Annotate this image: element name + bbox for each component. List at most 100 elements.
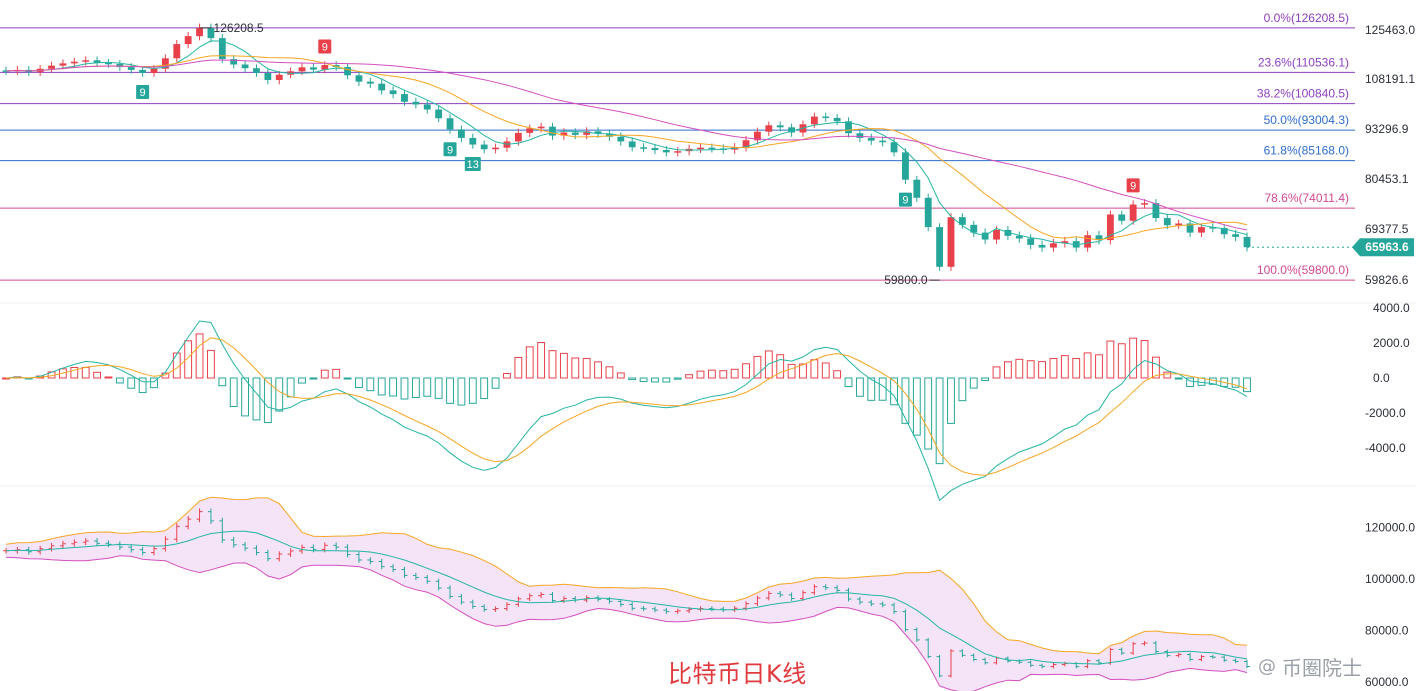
candle-body — [127, 67, 135, 70]
candle — [161, 54, 169, 73]
candle — [218, 33, 226, 64]
watermark-at-icon: @ — [1258, 656, 1276, 677]
candle — [1220, 224, 1228, 239]
macd-tick-label: 2000.0 — [1373, 336, 1410, 350]
candle — [674, 147, 682, 157]
macd-histogram-bar — [685, 374, 694, 379]
fib-label: 50.0%(93004.3) — [1264, 113, 1349, 127]
candle — [446, 114, 454, 134]
candle-body — [867, 137, 875, 141]
td-marker-label: 9 — [902, 195, 908, 207]
candle — [492, 143, 499, 154]
candle — [640, 143, 647, 153]
boll-tick-label: 100000.0 — [1365, 572, 1415, 586]
candle — [241, 60, 249, 73]
macd-histogram-bar — [1072, 357, 1081, 379]
candle — [856, 128, 864, 143]
boll-tick-label: 60000.0 — [1365, 675, 1409, 689]
candle — [1015, 231, 1023, 243]
candle — [355, 71, 363, 86]
macd-tick-label: -2000.0 — [1365, 406, 1406, 420]
macd-dif-line — [5, 320, 1248, 502]
macd-histogram-bar — [548, 350, 557, 379]
candle-body — [446, 118, 454, 130]
macd-histogram-bar — [468, 377, 477, 404]
candle-body — [765, 125, 773, 132]
candle-body — [879, 140, 887, 143]
macd-histogram-bar — [958, 377, 967, 402]
macd-histogram-bar — [787, 363, 796, 379]
ma-slow-line — [5, 59, 1248, 231]
macd-histogram-bar — [366, 377, 375, 392]
macd-histogram-bar — [457, 377, 466, 406]
candle — [480, 140, 488, 154]
candle — [958, 213, 966, 229]
macd-histogram-bar — [218, 377, 227, 387]
candle — [947, 213, 955, 271]
macd-histogram-bar — [537, 342, 546, 379]
candle — [389, 86, 397, 99]
td-marker-label: 9 — [322, 41, 328, 53]
fib-label: 38.2%(100840.5) — [1257, 87, 1349, 101]
candle — [275, 70, 283, 85]
macd-histogram-bar — [924, 377, 933, 450]
candle-body — [139, 69, 147, 74]
candle — [924, 193, 932, 232]
macd-histogram-bar — [446, 377, 454, 404]
candle — [253, 64, 260, 77]
macd-histogram-bar — [81, 366, 90, 379]
macd-histogram-bar — [104, 376, 113, 379]
macd-dea-line — [5, 337, 1248, 476]
price-chart: 125463.0 108191.1 93296.9 80453.1 69377.5 598… — [0, 11, 1416, 691]
macd-histogram-bar — [389, 377, 398, 397]
candle-body — [298, 67, 306, 72]
macd-histogram-bar — [719, 370, 728, 379]
price-tick-label: 80453.1 — [1365, 172, 1409, 186]
macd-histogram-bar — [776, 354, 785, 379]
candle — [697, 143, 704, 153]
candle — [184, 31, 192, 49]
candle — [822, 112, 830, 122]
macd-histogram-bar — [673, 377, 682, 380]
candle — [1118, 210, 1126, 225]
candle-body — [902, 152, 909, 180]
high-marker-label: 126208.5 — [214, 21, 264, 35]
candle-body — [412, 101, 420, 105]
boll-band-fill — [6, 497, 1247, 691]
macd-histogram-bar — [343, 377, 352, 380]
macd-histogram-bar — [594, 361, 602, 379]
candle — [936, 223, 944, 271]
candle-body — [492, 147, 499, 150]
candle-body — [1141, 203, 1148, 205]
candle-body — [708, 147, 716, 150]
candle-body — [640, 147, 647, 149]
macd-histogram-bar — [833, 370, 842, 379]
fibonacci-levels: 0.0%(126208.5) 23.6%(110536.1) 38.2%(10084… — [0, 11, 1355, 281]
macd-histogram-bar — [1038, 361, 1046, 379]
candle — [765, 121, 773, 137]
candle-body — [924, 197, 932, 228]
macd-histogram-bar — [1026, 360, 1035, 379]
candle-body — [537, 126, 545, 129]
current-price-tag: 65963.6 — [1247, 238, 1414, 257]
macd-histogram-bar — [1095, 354, 1103, 379]
candle-body — [275, 74, 283, 80]
price-tick-label: 59826.6 — [1365, 273, 1409, 287]
candle-body — [253, 68, 260, 74]
ma-fast-line — [5, 40, 1248, 246]
macd-tick-label: -4000.0 — [1365, 441, 1406, 455]
candle-body — [241, 64, 249, 69]
macd-histogram-bar — [1106, 340, 1115, 379]
candle-body — [469, 137, 477, 145]
y-axis-right: 125463.0 108191.1 93296.9 80453.1 69377.5 598… — [1365, 23, 1415, 689]
macd-histogram-bar — [195, 333, 204, 379]
candle-body — [59, 63, 67, 66]
candle-body — [936, 227, 944, 267]
candle-body — [617, 136, 625, 142]
candle-body — [309, 67, 317, 70]
td-markers: 9 9 9 13 9 9 — [136, 39, 1140, 207]
candle-body — [378, 83, 386, 91]
macd-histogram-bar — [525, 346, 534, 379]
macd-histogram-bar — [309, 377, 318, 380]
candle — [1095, 230, 1103, 245]
